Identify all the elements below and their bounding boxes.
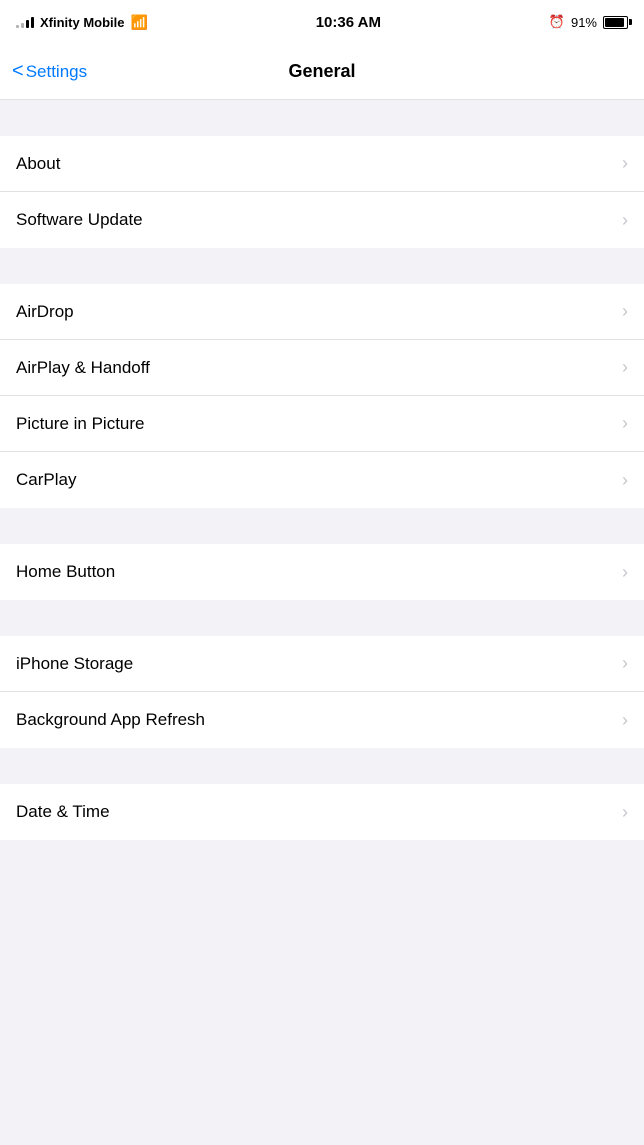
airplay-handoff-label: AirPlay & Handoff bbox=[16, 358, 150, 378]
battery-percent: 91% bbox=[571, 15, 597, 30]
section-divider-2 bbox=[0, 508, 644, 544]
software-update-right: › bbox=[622, 210, 628, 231]
airdrop-right: › bbox=[622, 301, 628, 322]
date-time-right: › bbox=[622, 802, 628, 823]
home-button-label: Home Button bbox=[16, 562, 115, 582]
background-app-refresh-right: › bbox=[622, 710, 628, 731]
picture-in-picture-right: › bbox=[622, 413, 628, 434]
section-divider-3 bbox=[0, 600, 644, 636]
date-time-chevron-icon: › bbox=[622, 802, 628, 823]
iphone-storage-label: iPhone Storage bbox=[16, 654, 133, 674]
home-button-chevron-icon: › bbox=[622, 562, 628, 583]
back-button[interactable]: < Settings bbox=[12, 60, 87, 83]
iphone-storage-chevron-icon: › bbox=[622, 653, 628, 674]
alarm-icon: ⏰ bbox=[549, 14, 565, 30]
section-divider-top bbox=[0, 100, 644, 136]
picture-in-picture-label: Picture in Picture bbox=[16, 414, 145, 434]
settings-row-carplay[interactable]: CarPlay › bbox=[0, 452, 644, 508]
wifi-icon: 📶 bbox=[131, 14, 148, 31]
carrier-label: Xfinity Mobile bbox=[40, 15, 125, 30]
about-right: › bbox=[622, 153, 628, 174]
section-divider-4 bbox=[0, 748, 644, 784]
software-update-label: Software Update bbox=[16, 210, 143, 230]
carplay-chevron-icon: › bbox=[622, 470, 628, 491]
section-divider-1 bbox=[0, 248, 644, 284]
settings-group-5: Date & Time › bbox=[0, 784, 644, 840]
airplay-handoff-chevron-icon: › bbox=[622, 357, 628, 378]
settings-row-picture-in-picture[interactable]: Picture in Picture › bbox=[0, 396, 644, 452]
airdrop-chevron-icon: › bbox=[622, 301, 628, 322]
settings-group-1: About › Software Update › bbox=[0, 136, 644, 248]
settings-group-2: AirDrop › AirPlay & Handoff › Picture in… bbox=[0, 284, 644, 508]
settings-group-4: iPhone Storage › Background App Refresh … bbox=[0, 636, 644, 748]
settings-row-background-app-refresh[interactable]: Background App Refresh › bbox=[0, 692, 644, 748]
settings-group-3: Home Button › bbox=[0, 544, 644, 600]
background-app-refresh-chevron-icon: › bbox=[622, 710, 628, 731]
about-chevron-icon: › bbox=[622, 153, 628, 174]
settings-row-iphone-storage[interactable]: iPhone Storage › bbox=[0, 636, 644, 692]
airplay-handoff-right: › bbox=[622, 357, 628, 378]
settings-row-airdrop[interactable]: AirDrop › bbox=[0, 284, 644, 340]
status-time: 10:36 AM bbox=[316, 14, 381, 31]
battery-icon bbox=[603, 16, 628, 29]
back-label: Settings bbox=[26, 62, 87, 82]
date-time-label: Date & Time bbox=[16, 802, 110, 822]
nav-bar: < Settings General bbox=[0, 44, 644, 100]
settings-row-airplay-handoff[interactable]: AirPlay & Handoff › bbox=[0, 340, 644, 396]
iphone-storage-right: › bbox=[622, 653, 628, 674]
page-title: General bbox=[288, 61, 355, 82]
status-right: ⏰ 91% bbox=[549, 14, 628, 30]
home-button-right: › bbox=[622, 562, 628, 583]
software-update-chevron-icon: › bbox=[622, 210, 628, 231]
status-left: Xfinity Mobile 📶 bbox=[16, 14, 148, 31]
signal-bars-icon bbox=[16, 16, 34, 28]
settings-row-date-time[interactable]: Date & Time › bbox=[0, 784, 644, 840]
settings-row-home-button[interactable]: Home Button › bbox=[0, 544, 644, 600]
about-label: About bbox=[16, 154, 60, 174]
carplay-label: CarPlay bbox=[16, 470, 76, 490]
status-bar: Xfinity Mobile 📶 10:36 AM ⏰ 91% bbox=[0, 0, 644, 44]
settings-row-about[interactable]: About › bbox=[0, 136, 644, 192]
carplay-right: › bbox=[622, 470, 628, 491]
background-app-refresh-label: Background App Refresh bbox=[16, 710, 205, 730]
airdrop-label: AirDrop bbox=[16, 302, 74, 322]
settings-row-software-update[interactable]: Software Update › bbox=[0, 192, 644, 248]
picture-in-picture-chevron-icon: › bbox=[622, 413, 628, 434]
back-chevron-icon: < bbox=[12, 60, 24, 83]
